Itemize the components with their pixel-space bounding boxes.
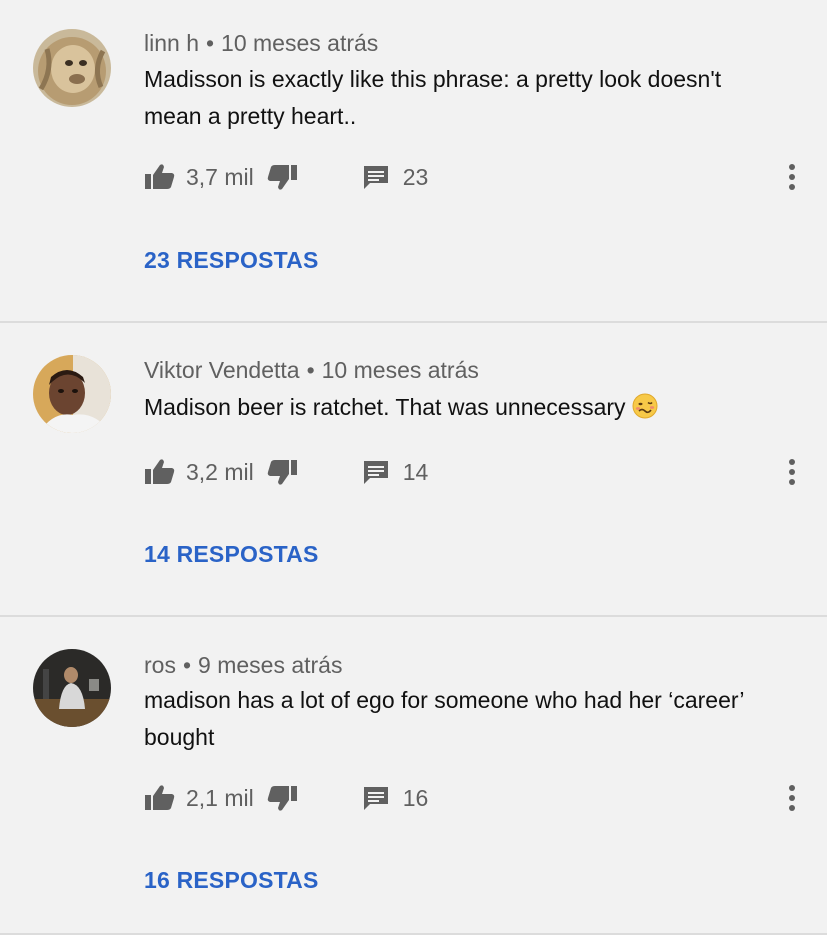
reply-comment-icon[interactable] [362,163,390,191]
reply-count: 16 [402,784,429,811]
thumbs-down-icon[interactable] [266,163,298,191]
timestamp: 10 meses atrás [221,30,379,56]
comment-item: Viktor Vendetta • 10 meses atrás Madison b… [0,323,827,617]
comment-meta: ros • 9 meses atrás [144,652,342,679]
author-name[interactable]: Viktor Vendetta [144,357,300,383]
view-replies-button[interactable]: 23 RESPOSTAS [144,247,319,274]
thumbs-down-icon[interactable] [266,784,298,812]
thumbs-up-icon[interactable] [144,784,176,812]
reply-comment-icon[interactable] [362,458,390,486]
comment-item: linn h • 10 meses atrás Madisson is exactl… [0,0,827,323]
thumbs-down-icon[interactable] [266,458,298,486]
woozy-face-emoji-icon [632,393,658,419]
author-name[interactable]: linn h [144,30,199,56]
view-replies-button[interactable]: 16 RESPOSTAS [144,867,319,894]
comment-meta: Viktor Vendetta • 10 meses atrás [144,357,479,384]
like-count: 3,2 mil [186,458,254,485]
comment-text: Madison beer is ratchet. That was unnece… [144,389,784,426]
more-options-icon[interactable] [778,454,806,490]
comment-text: Madisson is exactly like this phrase: a … [144,66,722,129]
more-options-icon[interactable] [778,159,806,195]
author-name[interactable]: ros [144,652,176,678]
dark-scene-avatar-icon [33,649,111,727]
more-options-icon[interactable] [778,780,806,816]
comment-text-content: Madison beer is ratchet. That was unnece… [144,394,626,420]
comment-meta: linn h • 10 meses atrás [144,30,378,57]
reply-count: 23 [402,163,429,190]
person-avatar-icon [33,355,111,433]
like-count: 2,1 mil [186,784,254,811]
comment-item: ros • 9 meses atrás madison has a lot of e… [0,617,827,935]
reply-count: 14 [402,458,429,485]
thumbs-up-icon[interactable] [144,163,176,191]
avatar[interactable] [33,29,111,107]
comment-actions: 2,1 mil 16 [144,780,428,816]
comment-actions: 3,2 mil 14 [144,454,428,490]
comment-text: madison has a lot of ego for someone who… [144,687,744,750]
separator-dot: • [182,652,192,678]
avatar[interactable] [33,355,111,433]
timestamp: 9 meses atrás [198,652,343,678]
like-count: 3,7 mil [186,163,254,190]
reply-comment-icon[interactable] [362,784,390,812]
avatar[interactable] [33,649,111,727]
timestamp: 10 meses atrás [321,357,479,383]
thumbs-up-icon[interactable] [144,458,176,486]
comment-actions: 3,7 mil 23 [144,159,428,195]
view-replies-button[interactable]: 14 RESPOSTAS [144,541,319,568]
separator-dot: • [306,357,315,383]
lion-avatar-icon [33,29,111,107]
separator-dot: • [205,30,215,56]
